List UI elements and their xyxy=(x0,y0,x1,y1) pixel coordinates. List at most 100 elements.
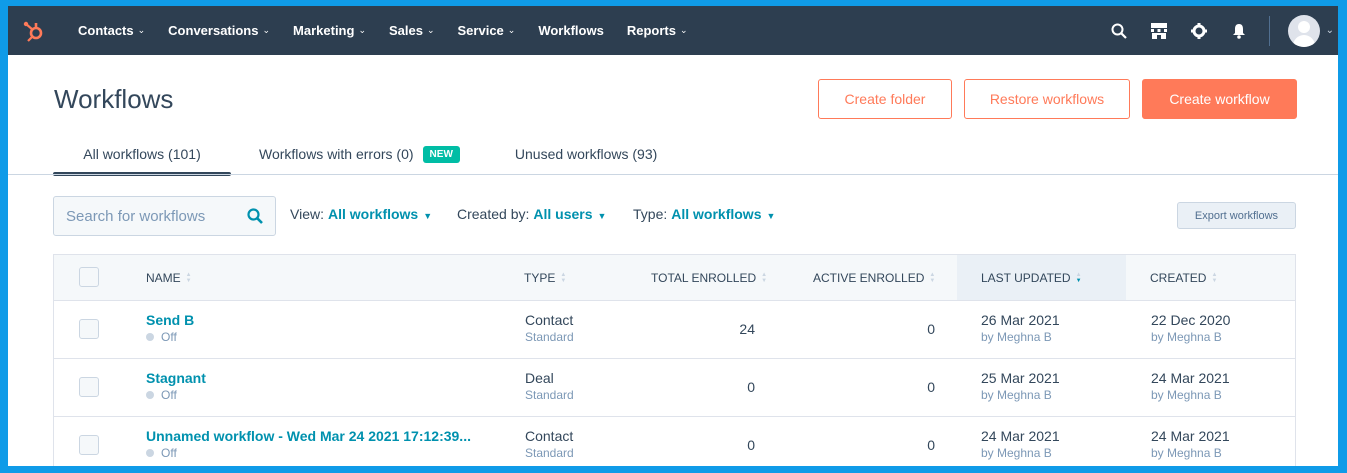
subtype-text: Standard xyxy=(525,388,574,402)
created-by-filter[interactable]: Created by: All users ▼ xyxy=(457,206,606,222)
type-text: Deal xyxy=(525,370,554,386)
last-updated-cell: 24 Mar 2021 by Meghna B xyxy=(981,428,1060,460)
column-label: TOTAL ENROLLED xyxy=(651,270,757,285)
column-header-total-enrolled[interactable]: TOTAL ENROLLED ▲ ▼ xyxy=(651,255,767,300)
nav-item-workflows[interactable]: Workflows xyxy=(538,23,604,38)
workflow-name-link[interactable]: Unnamed workflow - Wed Mar 24 2021 17:12… xyxy=(146,428,471,444)
column-header-name[interactable]: NAME ▲ ▼ xyxy=(146,255,192,300)
select-all-checkbox[interactable] xyxy=(79,267,99,287)
column-header-active-enrolled[interactable]: ACTIVE ENROLLED ▲ ▼ xyxy=(813,255,935,300)
create-workflow-button[interactable]: Create workflow xyxy=(1142,79,1297,119)
create-folder-button[interactable]: Create folder xyxy=(818,79,952,119)
restore-workflows-button[interactable]: Restore workflows xyxy=(964,79,1130,119)
column-header-type[interactable]: TYPE ▲ ▼ xyxy=(524,255,566,300)
row-checkbox[interactable] xyxy=(79,435,99,455)
active-enrolled-value: 0 xyxy=(927,321,935,337)
table-row: Stagnant Off Deal Standard 0 0 25 Mar 20… xyxy=(54,359,1295,417)
nav-item-service[interactable]: Service ⌄ xyxy=(458,23,516,38)
nav-item-label: Contacts xyxy=(78,23,134,38)
status-indicator: Off xyxy=(146,330,194,344)
filter-value: All workflows xyxy=(327,206,419,222)
nav-item-sales[interactable]: Sales ⌄ xyxy=(389,23,435,38)
sort-icon: ▲ ▼ xyxy=(929,271,936,284)
nav-item-label: Service xyxy=(457,23,504,38)
table-row: Send B Off Contact Standard 24 0 26 Mar … xyxy=(54,301,1295,359)
notifications-icon[interactable] xyxy=(1229,21,1249,41)
last-updated-cell: 25 Mar 2021 by Meghna B xyxy=(981,370,1060,402)
sort-icon: ▲ ▼ xyxy=(185,271,192,284)
status-dot-icon xyxy=(146,449,154,457)
column-header-last-updated[interactable]: LAST UPDATED ▲ ▼ xyxy=(957,255,1126,300)
nav-divider xyxy=(1268,15,1270,46)
active-enrolled-value: 0 xyxy=(927,379,935,395)
name-cell: Unnamed workflow - Wed Mar 24 2021 17:12… xyxy=(146,428,471,460)
row-checkbox[interactable] xyxy=(79,377,99,397)
chevron-down-icon: ⌄ xyxy=(358,25,366,35)
chevron-down-icon: ⌄ xyxy=(262,25,271,35)
tabs-divider xyxy=(8,174,1338,175)
top-nav: Contacts ⌄ Conversations ⌄ Marketing ⌄ S… xyxy=(8,6,1338,55)
type-text: Contact xyxy=(525,312,574,328)
author-text: by Meghna B xyxy=(981,330,1052,344)
nav-item-contacts[interactable]: Contacts ⌄ xyxy=(78,23,145,38)
tab-all-workflows[interactable]: All workflows (101) xyxy=(53,134,231,176)
nav-item-conversations[interactable]: Conversations ⌄ xyxy=(168,23,270,38)
subtype-text: Standard xyxy=(525,446,574,460)
column-label: LAST UPDATED xyxy=(981,270,1071,285)
type-cell: Deal Standard xyxy=(525,370,574,402)
subtype-text: Standard xyxy=(525,330,574,344)
search-icon[interactable] xyxy=(247,208,263,228)
chevron-down-icon[interactable]: ⌄ xyxy=(1326,25,1334,36)
total-enrolled-value: 0 xyxy=(747,437,755,453)
marketplace-icon[interactable] xyxy=(1149,21,1169,41)
total-enrolled-value: 0 xyxy=(747,379,755,395)
nav-item-label: Workflows xyxy=(538,23,604,38)
caret-down-icon: ▼ xyxy=(423,211,433,221)
status-text: Off xyxy=(161,330,177,344)
tab-workflows-with-errors[interactable]: Workflows with errors (0) NEW xyxy=(259,134,460,174)
total-enrolled-value: 24 xyxy=(739,321,755,337)
author-text: by Meghna B xyxy=(1151,330,1222,344)
sort-desc-icon: ▲ ▼ xyxy=(1075,271,1082,284)
type-filter[interactable]: Type: All workflows ▼ xyxy=(633,206,775,222)
row-checkbox[interactable] xyxy=(79,319,99,339)
nav-item-reports[interactable]: Reports ⌄ xyxy=(627,23,688,38)
tab-label: Workflows with errors (0) xyxy=(259,146,414,162)
search-input[interactable] xyxy=(66,207,236,225)
created-cell: 24 Mar 2021 by Meghna B xyxy=(1151,428,1230,460)
tab-unused-workflows[interactable]: Unused workflows (93) xyxy=(515,134,657,174)
nav-item-marketing[interactable]: Marketing ⌄ xyxy=(293,23,366,38)
name-cell: Stagnant Off xyxy=(146,370,206,402)
tab-label: Unused workflows (93) xyxy=(514,146,658,162)
nav-item-label: Marketing xyxy=(293,23,355,38)
nav-item-label: Reports xyxy=(626,23,676,38)
filter-label: View: xyxy=(290,206,324,222)
filter-label: Created by: xyxy=(457,206,530,222)
column-header-created[interactable]: CREATED ▲ ▼ xyxy=(1150,255,1217,300)
sort-icon: ▲ ▼ xyxy=(761,271,768,284)
author-text: by Meghna B xyxy=(981,446,1052,460)
settings-icon[interactable] xyxy=(1189,21,1209,41)
author-text: by Meghna B xyxy=(1151,446,1222,460)
type-cell: Contact Standard xyxy=(525,312,574,344)
date-text: 24 Mar 2021 xyxy=(1151,428,1230,444)
column-label: CREATED xyxy=(1150,270,1207,285)
tab-label: All workflows (101) xyxy=(83,146,201,162)
date-text: 24 Mar 2021 xyxy=(981,428,1060,444)
type-cell: Contact Standard xyxy=(525,428,574,460)
last-updated-cell: 26 Mar 2021 by Meghna B xyxy=(981,312,1060,344)
workflow-name-link[interactable]: Stagnant xyxy=(146,370,206,386)
type-text: Contact xyxy=(525,428,574,444)
author-text: by Meghna B xyxy=(1151,388,1222,402)
hubspot-logo-icon[interactable] xyxy=(14,6,54,55)
page-title: Workflows xyxy=(54,84,174,114)
export-workflows-button[interactable]: Export workflows xyxy=(1177,202,1296,229)
avatar[interactable] xyxy=(1287,14,1320,47)
search-icon[interactable] xyxy=(1109,21,1129,41)
chevron-down-icon: ⌄ xyxy=(679,25,688,35)
sort-icon: ▲ ▼ xyxy=(1211,271,1218,284)
table-row: Unnamed workflow - Wed Mar 24 2021 17:12… xyxy=(54,417,1295,466)
nav-utilities: ⌄ xyxy=(1089,6,1338,55)
workflow-name-link[interactable]: Send B xyxy=(146,312,194,328)
view-filter[interactable]: View: All workflows ▼ xyxy=(290,206,432,222)
